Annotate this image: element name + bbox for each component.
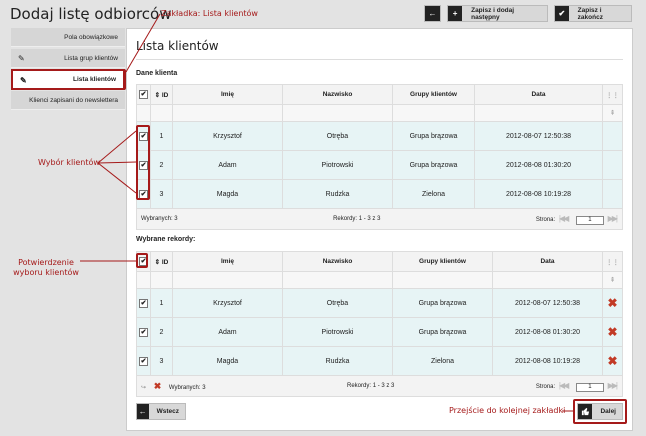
annotation-lines bbox=[80, 13, 573, 412]
annotation-confirm: Potwierdzenie wyboru klientów bbox=[13, 258, 79, 277]
annotation-select: Wybór klientów bbox=[38, 158, 100, 167]
annotation-tab: Zakładka: Lista klientów bbox=[161, 9, 258, 18]
annotation-next: Przejście do kolejnej zakładki bbox=[449, 406, 566, 415]
